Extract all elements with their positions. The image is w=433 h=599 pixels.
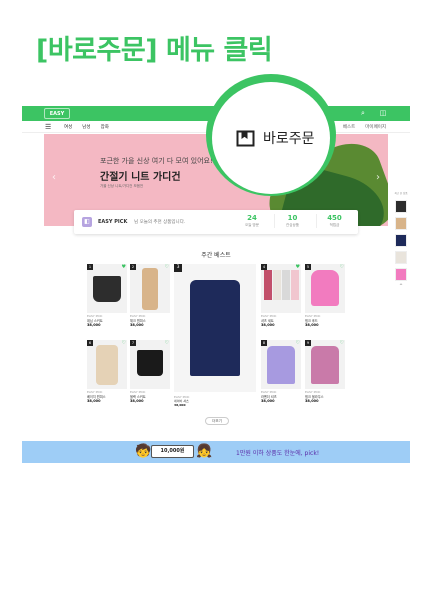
rank-badge: 5 (305, 264, 311, 270)
heart-icon[interactable]: ♡ (165, 264, 169, 270)
price-bubble: 10,000원 (151, 445, 194, 458)
stat-label: 오늘 방문 (245, 223, 259, 227)
product-price: 38,000 (130, 398, 144, 403)
product-image[interactable]: 1 ♥ (87, 264, 127, 313)
product-card-featured[interactable]: 3 (174, 264, 256, 392)
quick-order-label: 바로주문 (263, 131, 315, 147)
rank-badge: 8 (261, 340, 267, 346)
product-image[interactable]: 9 ♡ (305, 340, 345, 389)
banner-prev-icon[interactable]: ‹ (52, 172, 56, 183)
search-icon[interactable]: ⌕ (358, 108, 368, 118)
hamburger-menu-icon[interactable]: ☰ (45, 123, 51, 131)
quick-order-menu[interactable]: 바로주문 (236, 128, 315, 148)
heart-icon[interactable]: ♡ (340, 264, 344, 270)
product-image[interactable]: 8 ♡ (261, 340, 301, 389)
product-price: 38,000 (87, 398, 101, 403)
product-image[interactable]: 4 ♥ (261, 264, 301, 313)
bag-icon: ◧ (82, 217, 92, 227)
product-price: 38,000 (87, 322, 101, 327)
product-price: 38,000 (130, 322, 144, 327)
stat-value: 10 (287, 214, 298, 222)
bookmark-icon (236, 130, 255, 147)
member-message: 님 오늘의 추천 상품입니다. (134, 220, 186, 225)
nav-item-goods[interactable]: 잡화 (101, 124, 109, 130)
product-image[interactable]: 2 ♡ (130, 264, 170, 313)
heart-icon[interactable]: ♥ (122, 264, 126, 270)
character-icon: 🧒 (135, 444, 152, 459)
banner-description: 가을 신상 니트/가디건 모음전 (100, 184, 144, 188)
product-image[interactable]: 6 ♡ (87, 340, 127, 389)
rank-badge: 7 (130, 340, 136, 346)
more-button[interactable]: 더보기 (205, 417, 229, 425)
nav-best-link[interactable]: 베스트 (343, 124, 355, 130)
product-card[interactable]: 8 ♡ EASY PICK 라벤더 셔츠 38,000 (261, 340, 301, 404)
product-card[interactable]: 6 ♡ EASY PICK 베이지 원피스 38,000 (87, 340, 127, 404)
nav-items: 여성 남성 잡화 (64, 124, 109, 130)
banner-next-icon[interactable]: › (376, 172, 380, 183)
page-title: [바로주문] 메뉴 클릭 (36, 35, 273, 66)
product-card[interactable]: 4 ♥ EASY PICK 셔츠 세트 38,000 (261, 264, 301, 328)
nav-right: 베스트 마이페이지 (343, 124, 386, 130)
scroll-up-icon[interactable]: ⌃ (392, 283, 410, 290)
banner-subtitle: 포근한 가을 신상 여기 다 모여 있어요! (100, 157, 213, 165)
recent-thumb[interactable] (395, 233, 407, 247)
product-price: 38,000 (174, 403, 186, 407)
product-card[interactable]: 9 ♡ EASY PICK 핑크 블라우스 38,000 (305, 340, 345, 404)
product-price: 38,000 (305, 398, 319, 403)
recent-thumb[interactable] (395, 267, 407, 281)
recent-products-label: 최근 본 상품 (394, 192, 408, 195)
product-card[interactable]: 7 ♡ EASY PICK 블랙 스커트 38,000 (130, 340, 170, 404)
recent-thumb[interactable] (395, 250, 407, 264)
cart-icon[interactable]: ◫ (378, 108, 388, 118)
member-summary-card: ◧ EASY PICK 님 오늘의 추천 상품입니다. 24 오늘 방문 10 … (74, 210, 358, 234)
stat-visits[interactable]: 24 오늘 방문 (234, 214, 270, 228)
stat-wishlist[interactable]: 10 관심상품 (274, 214, 310, 228)
product-card[interactable]: 2 ♡ EASY PICK 체크 원피스 38,000 (130, 264, 170, 328)
stat-label: 적립금 (329, 223, 340, 227)
stat-value: 24 (247, 214, 257, 222)
product-price: 38,000 (261, 398, 275, 403)
rank-badge: 9 (305, 340, 311, 346)
product-price: 38,000 (261, 322, 275, 327)
heart-icon[interactable]: ♥ (296, 264, 300, 270)
stat-label: 관심상품 (286, 223, 299, 227)
nav-item-men[interactable]: 남성 (82, 124, 90, 130)
nav-mypage-link[interactable]: 마이페이지 (365, 124, 386, 130)
promo-banner[interactable]: 🧒 10,000원 👧 1만원 이하 상품도 한눈에, pick! (22, 441, 410, 463)
stat-value: 450 (327, 214, 342, 222)
heart-icon[interactable]: ♡ (122, 340, 126, 346)
character-icon: 👧 (196, 444, 213, 459)
rank-badge: 2 (130, 264, 136, 270)
product-price: 38,000 (305, 322, 319, 327)
product-card[interactable]: 1 ♥ EASY PICK 데님 스커트 38,000 (87, 264, 127, 328)
promo-text: 1만원 이하 상품도 한눈에, pick! (236, 450, 320, 457)
heart-icon[interactable]: ♡ (340, 340, 344, 346)
recent-thumb[interactable] (395, 199, 407, 213)
heart-icon[interactable]: ♡ (296, 340, 300, 346)
weekly-best-title: 주간 베스트 (201, 252, 231, 259)
heart-icon[interactable]: ♡ (165, 340, 169, 346)
product-card[interactable]: 5 ♡ EASY PICK 핑크 후드 38,000 (305, 264, 345, 328)
stat-points[interactable]: 450 적립금 (316, 214, 352, 228)
product-image[interactable]: 5 ♡ (305, 264, 345, 313)
member-name: EASY PICK (98, 219, 128, 225)
recent-products-sidebar: 최근 본 상품 ⌃ (392, 192, 410, 290)
product-image[interactable]: 7 ♡ (130, 340, 170, 389)
banner-title: 간절기 니트 가디건 (100, 172, 181, 183)
rank-badge: 6 (87, 340, 93, 346)
rank-badge: 1 (87, 264, 93, 270)
featured-product-info: EASY PICK 네이비 셔츠 38,000 (174, 395, 256, 407)
rank-badge: 3 (174, 264, 182, 272)
rank-badge: 4 (261, 264, 267, 270)
store-logo[interactable]: EASY PICK (44, 108, 70, 128)
header-icons: ⌕ ◫ (358, 108, 388, 118)
nav-item-women[interactable]: 여성 (64, 124, 72, 130)
recent-thumb[interactable] (395, 216, 407, 230)
